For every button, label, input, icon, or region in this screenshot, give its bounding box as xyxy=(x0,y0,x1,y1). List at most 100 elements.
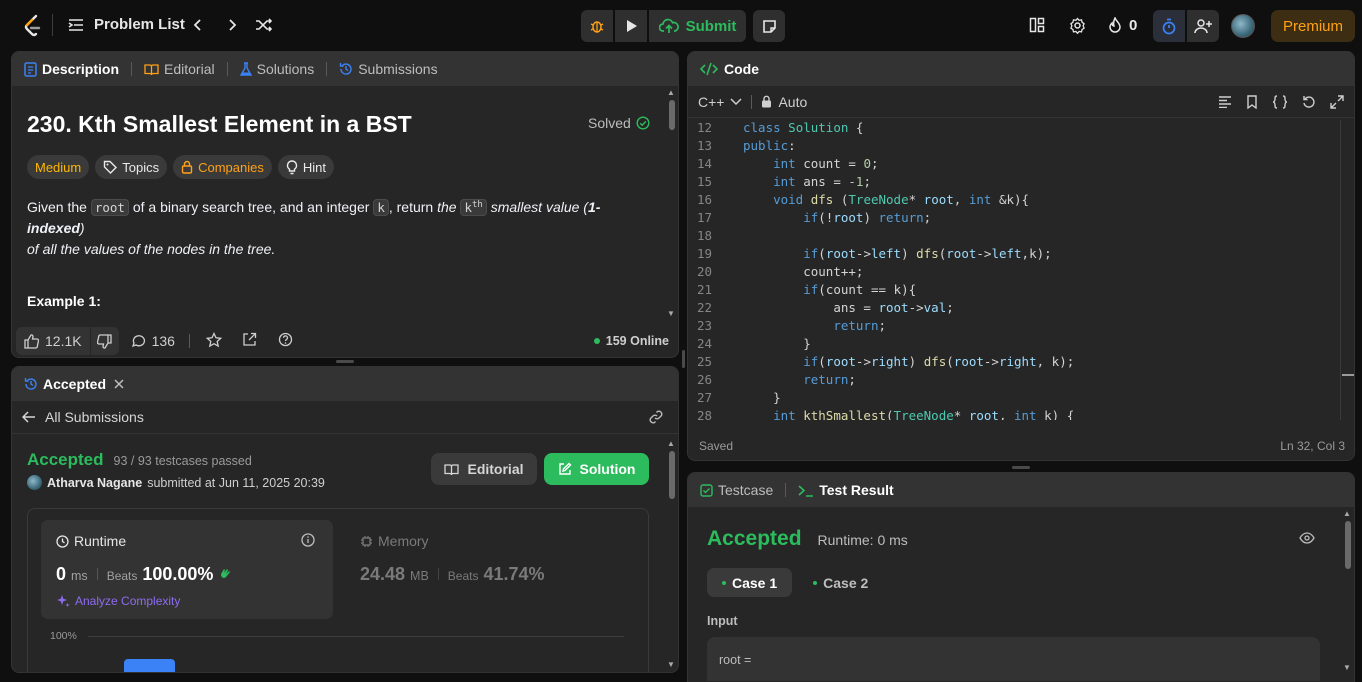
solved-label: Solved xyxy=(588,115,631,131)
code-line[interactable]: 17 if(!root) return; xyxy=(688,210,1342,228)
settings-button[interactable] xyxy=(1069,17,1086,34)
all-submissions-link[interactable]: All Submissions xyxy=(22,409,144,425)
user-plus-icon xyxy=(1194,18,1212,34)
scroll-up-arrow[interactable]: ▲ xyxy=(1343,509,1351,518)
code-line[interactable]: 14 int count = 0; xyxy=(688,156,1342,174)
tab-code[interactable]: Code xyxy=(724,61,759,77)
memory-card[interactable]: Memory 24.48 MB Beats 41.74% xyxy=(347,520,637,619)
code-text: return; xyxy=(803,372,856,387)
analyze-complexity-link[interactable]: Analyze Complexity xyxy=(56,594,180,608)
add-collaborator-button[interactable] xyxy=(1187,10,1219,42)
random-problem-button[interactable] xyxy=(255,17,273,33)
previous-problem-button[interactable] xyxy=(190,17,206,33)
code-line[interactable]: 21 if(count == k){ xyxy=(688,282,1342,300)
problem-list-button[interactable]: Problem List xyxy=(68,16,185,33)
statement-italic: the xyxy=(437,199,457,216)
tab-test-result[interactable]: Test Result xyxy=(798,482,894,498)
horizontal-resize-handle[interactable] xyxy=(1012,466,1030,469)
solution-button[interactable]: Solution xyxy=(544,453,649,485)
share-button[interactable] xyxy=(242,332,257,350)
scroll-down-arrow[interactable]: ▼ xyxy=(667,309,675,318)
tab-description-label: Description xyxy=(42,61,120,77)
auto-mode-toggle[interactable]: Auto xyxy=(761,94,807,110)
input-box[interactable]: root = xyxy=(707,637,1320,681)
code-line[interactable]: 16 void dfs (TreeNode* root, int &k){ xyxy=(688,192,1342,210)
avatar[interactable] xyxy=(1231,14,1255,38)
debug-button[interactable] xyxy=(581,10,613,42)
description-scrollbar[interactable] xyxy=(669,100,675,130)
code-line[interactable]: 19 if(root->left) dfs(root->left,k); xyxy=(688,246,1342,264)
topics-chip[interactable]: Topics xyxy=(95,155,168,179)
code-line[interactable]: 28 int kthSmallest(TreeNode* root, int k… xyxy=(688,408,1342,420)
streak-counter[interactable]: 0 xyxy=(1107,17,1137,34)
code-line[interactable]: 13 public: xyxy=(688,138,1342,156)
tab-submissions[interactable]: Submissions xyxy=(339,61,438,77)
code-line[interactable]: 18 xyxy=(688,228,1342,246)
scroll-down-arrow[interactable]: ▼ xyxy=(1343,663,1351,672)
history-icon xyxy=(24,377,38,391)
chart-bar[interactable] xyxy=(124,659,175,672)
chevron-down-icon xyxy=(730,97,742,106)
close-icon[interactable] xyxy=(114,379,124,389)
reset-icon[interactable] xyxy=(1302,95,1316,109)
layout-button[interactable] xyxy=(1029,17,1045,33)
dislike-button[interactable] xyxy=(90,327,119,355)
vertical-resize-handle[interactable] xyxy=(682,350,685,368)
scroll-up-arrow[interactable]: ▲ xyxy=(667,88,675,97)
code-line[interactable]: 27 } xyxy=(688,390,1342,408)
run-button[interactable] xyxy=(615,10,647,42)
layout-grid-icon xyxy=(1029,17,1045,33)
timer-button[interactable] xyxy=(1153,10,1185,42)
submit-button[interactable]: Submit xyxy=(649,10,746,42)
code-line[interactable]: 12 class Solution { xyxy=(688,120,1342,138)
code-line[interactable]: 20 count++; xyxy=(688,264,1342,282)
tab-description[interactable]: Description xyxy=(24,61,119,77)
format-icon[interactable] xyxy=(1218,95,1232,108)
case-tab-1[interactable]: Case 1 xyxy=(707,568,793,597)
braces-icon[interactable] xyxy=(1272,94,1288,109)
notes-button[interactable] xyxy=(753,10,785,42)
tab-testcase[interactable]: Testcase xyxy=(700,482,773,498)
language-selector[interactable]: C++ xyxy=(698,94,742,110)
memory-unit: MB xyxy=(410,569,429,583)
tab-editorial[interactable]: Editorial xyxy=(144,61,215,77)
case-tab-2[interactable]: Case 2 xyxy=(798,568,883,597)
case-2-label: Case 2 xyxy=(823,574,869,591)
tab-accepted[interactable]: Accepted xyxy=(24,376,106,392)
expand-icon[interactable] xyxy=(1330,94,1344,109)
eye-icon[interactable] xyxy=(1299,532,1315,544)
leetcode-logo-icon[interactable] xyxy=(23,14,43,38)
companies-chip[interactable]: Companies xyxy=(173,155,272,179)
editor-scrollbar-marker[interactable] xyxy=(1342,374,1354,376)
code-line[interactable]: 22 ans = root->val; xyxy=(688,300,1342,318)
like-button[interactable]: 12.1K xyxy=(16,327,90,355)
link-icon[interactable] xyxy=(648,409,664,425)
next-problem-button[interactable] xyxy=(224,17,240,33)
scroll-up-arrow[interactable]: ▲ xyxy=(667,439,675,448)
code-editor[interactable]: 12 class Solution {13 public: 14 int count … xyxy=(688,120,1342,420)
code-line[interactable]: 26 return; xyxy=(688,372,1342,390)
list-icon xyxy=(68,17,84,33)
hint-chip[interactable]: Hint xyxy=(277,155,334,179)
comments-button[interactable]: 136 xyxy=(131,333,175,349)
problem-statement: Given the root of a binary search tree, … xyxy=(27,195,647,260)
horizontal-resize-handle[interactable] xyxy=(336,360,354,363)
code-line[interactable]: 23 return; xyxy=(688,318,1342,336)
info-icon[interactable] xyxy=(301,533,315,547)
help-button[interactable] xyxy=(278,332,293,350)
result-panel-scrollbar[interactable] xyxy=(1345,521,1351,569)
code-line[interactable]: 15 int ans = -1; xyxy=(688,174,1342,192)
line-number: 13 xyxy=(696,138,712,153)
code-line[interactable]: 24 } xyxy=(688,336,1342,354)
editor-toolbar: C++ Auto xyxy=(688,86,1354,118)
scroll-down-arrow[interactable]: ▼ xyxy=(667,660,675,669)
favorite-button[interactable] xyxy=(205,331,222,351)
submitter-name[interactable]: Atharva Nagane xyxy=(47,476,142,490)
result-scrollbar[interactable] xyxy=(669,451,675,499)
runtime-card[interactable]: Runtime 0 ms Beats 100.00% Analyze Compl… xyxy=(41,520,333,619)
premium-button[interactable]: Premium xyxy=(1271,10,1355,42)
tab-solutions[interactable]: Solutions xyxy=(239,61,314,77)
bookmark-icon[interactable] xyxy=(1246,94,1258,109)
editorial-button[interactable]: Editorial xyxy=(431,453,537,485)
code-line[interactable]: 25 if(root->right) dfs(root->right, k); xyxy=(688,354,1342,372)
